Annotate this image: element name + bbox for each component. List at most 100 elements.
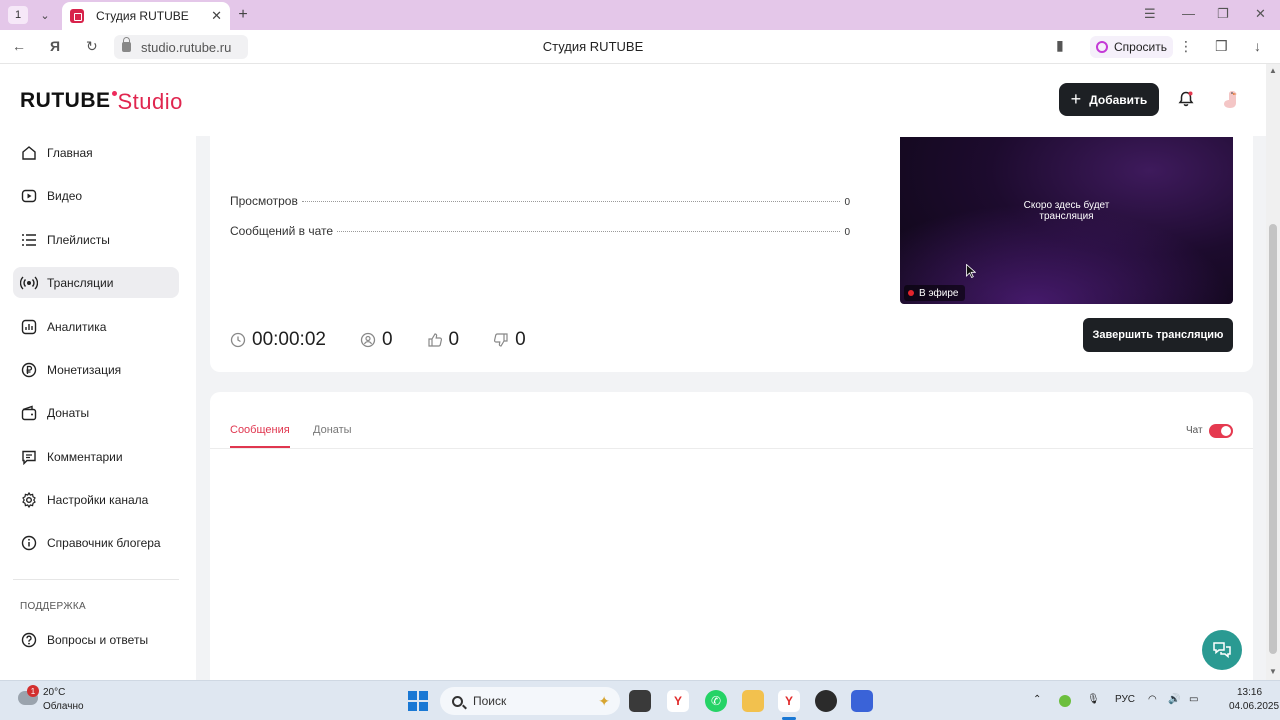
battery-icon[interactable]: ▭ (1189, 694, 1198, 705)
scroll-up-icon[interactable]: ▲ (1269, 66, 1277, 75)
bookmark-icon[interactable]: ▮ (1056, 37, 1064, 54)
dotted-leader (301, 201, 841, 202)
sidebar-item-label: Трансляции (47, 275, 114, 290)
ask-button[interactable]: Спросить (1090, 36, 1173, 58)
page-scrollbar[interactable]: ▲ ▼ (1266, 64, 1280, 680)
microphone-icon[interactable]: 🎙 (1087, 694, 1100, 705)
minimize-icon[interactable]: — (1182, 6, 1195, 21)
metric-duration: 00:00:02 (230, 329, 326, 351)
wallet-icon (20, 404, 38, 422)
scroll-thumb[interactable] (1269, 224, 1277, 654)
search-placeholder: Поиск (473, 694, 507, 708)
sidebar-item-channel-settings[interactable]: Настройки канала (13, 484, 179, 515)
dislikes-value: 0 (515, 329, 526, 350)
duration-value: 00:00:02 (252, 329, 326, 350)
alice-icon (1096, 41, 1108, 53)
broadcast-icon (20, 274, 38, 292)
support-section-title: ПОДДЕРЖКА (20, 601, 86, 612)
mouse-pointer-icon (966, 264, 976, 278)
rutube-studio-logo[interactable]: RUTUBE Studio (20, 89, 183, 115)
sidebar-item-label: Видео (47, 188, 83, 203)
preview-text-line2: трансляция (1039, 211, 1094, 222)
stream-preview[interactable]: Скоро здесь будет трансляция В эфире (900, 137, 1233, 304)
collections-icon[interactable]: ❒ (1215, 38, 1228, 55)
clock-date[interactable]: 04.06.2025 (1229, 701, 1279, 712)
chevron-down-icon[interactable]: ⌄ (36, 6, 54, 24)
sidebar-item-home[interactable]: Главная (13, 137, 179, 168)
yandex-browser-active-icon[interactable]: Y (778, 690, 800, 712)
sidebar-item-faq[interactable]: Вопросы и ответы (13, 624, 179, 655)
menu-icon[interactable]: ☰ (1144, 6, 1156, 22)
sidebar-item-broadcasts[interactable]: Трансляции (13, 267, 179, 298)
notification-badge: 1 (27, 685, 39, 697)
bell-icon[interactable] (1178, 91, 1194, 107)
chat-toggle[interactable] (1209, 424, 1233, 438)
whatsapp-icon[interactable]: ✆ (705, 690, 727, 712)
sidebar-item-label: Настройки канала (47, 492, 149, 507)
support-chat-button[interactable] (1202, 630, 1242, 670)
sidebar-item-label: Аналитика (47, 319, 107, 334)
logo-dot (111, 91, 117, 96)
search-icon (452, 695, 463, 707)
clock-time[interactable]: 13:16 (1237, 687, 1262, 698)
video-icon (20, 187, 38, 205)
ask-label: Спросить (1114, 40, 1167, 54)
thumbs-up-icon (427, 332, 443, 348)
viewer-icon (360, 332, 376, 348)
metric-viewers: 0 (360, 329, 393, 351)
sidebar-item-donations[interactable]: Донаты (13, 397, 179, 428)
stat-label: Сообщений в чате (230, 224, 334, 238)
add-button[interactable]: + Добавить (1059, 83, 1159, 116)
tray-app-icon[interactable] (1059, 695, 1071, 707)
preview-text-line1: Скоро здесь будет (1023, 200, 1110, 211)
task-view-icon[interactable] (629, 690, 651, 712)
analytics-icon (20, 318, 38, 336)
tab-counter[interactable]: 1 (8, 6, 28, 24)
window-close-icon[interactable]: ✕ (1255, 6, 1266, 22)
stat-chat-messages: Сообщений в чате 0 (230, 224, 850, 238)
metric-dislikes: 0 (493, 329, 526, 351)
preview-placeholder: Скоро здесь будет трансляция (900, 200, 1233, 222)
sidebar-divider (13, 579, 179, 580)
yandex-browser-icon[interactable]: Y (667, 690, 689, 712)
taskbar-search[interactable]: Поиск ✦ (440, 687, 620, 715)
wifi-icon[interactable]: ◠ (1148, 694, 1157, 705)
sidebar-item-monetization[interactable]: Монетизация (13, 354, 179, 385)
volume-icon[interactable]: 🔊 (1168, 694, 1180, 705)
sidebar-item-playlists[interactable]: Плейлисты (13, 224, 179, 255)
sidebar-item-blogger-guide[interactable]: Справочник блогера (13, 527, 179, 558)
home-icon (20, 144, 38, 162)
stream-info-card: Просмотров 0 Сообщений в чате 0 Скоро зд… (210, 136, 1253, 372)
end-broadcast-button[interactable]: Завершить трансляцию (1083, 318, 1233, 352)
sparkle-icon: ✦ (598, 692, 610, 709)
tray-chevron-icon[interactable]: ⌃ (1033, 694, 1041, 705)
sidebar-item-comments[interactable]: Комментарии (13, 441, 179, 472)
obs-icon[interactable] (815, 690, 837, 712)
close-icon[interactable]: ✕ (211, 8, 222, 24)
tab-messages[interactable]: Сообщения (230, 424, 290, 448)
live-badge: В эфире (904, 285, 965, 301)
language-indicator[interactable]: РУС (1115, 694, 1135, 705)
chat-bubbles-icon (1213, 642, 1231, 659)
windows-start-icon[interactable] (408, 691, 428, 711)
new-tab-button[interactable]: + (234, 6, 252, 24)
windows-taskbar: 1 20°C Облачно Поиск ✦ Y ✆ Y ⌃ 🎙 РУС ◠ 🔊… (0, 680, 1280, 720)
download-icon[interactable]: ↓ (1254, 38, 1261, 54)
sidebar-item-label: Комментарии (47, 449, 123, 464)
avatar[interactable] (1216, 86, 1244, 114)
tab-donations[interactable]: Донаты (313, 424, 352, 448)
file-explorer-icon[interactable] (742, 690, 764, 712)
chat-toggle-label: Чат (1186, 425, 1203, 436)
scroll-down-icon[interactable]: ▼ (1269, 667, 1277, 676)
more-vertical-icon[interactable]: ⋮ (1179, 38, 1193, 55)
browser-tab[interactable]: Студия RUTUBE ✕ (62, 2, 230, 30)
gear-icon (20, 491, 38, 509)
sidebar-item-video[interactable]: Видео (13, 180, 179, 211)
restore-icon[interactable]: ❐ (1217, 6, 1229, 22)
studio-header: RUTUBE Studio + Добавить (0, 64, 1266, 136)
sidebar-item-analytics[interactable]: Аналитика (13, 311, 179, 342)
sidebar-item-label: Вопросы и ответы (47, 632, 149, 647)
tab-title: Студия RUTUBE (96, 9, 189, 23)
logo-main: RUTUBE (20, 89, 111, 112)
roblox-icon[interactable] (851, 690, 873, 712)
